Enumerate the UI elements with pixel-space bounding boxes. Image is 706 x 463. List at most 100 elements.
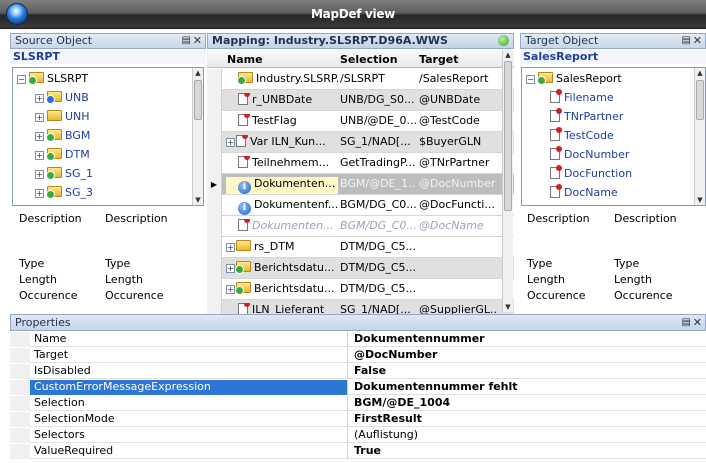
property-row[interactable]: Name Dokumentennummer	[10, 332, 706, 347]
mapping-row[interactable]: Dokumenten... BGM/DG_C0... @DocName	[207, 216, 514, 237]
tree-node[interactable]: + DTM	[35, 146, 90, 164]
close-icon[interactable]: ✕	[693, 34, 702, 48]
pin-icon[interactable]: ▤	[682, 34, 691, 48]
mapping-row[interactable]: + Var ILN_Kun... SG_1/NAD[... $BuyerGLN	[207, 132, 514, 153]
scroll-up-icon[interactable]: ▲	[695, 68, 705, 78]
target-tree[interactable]: − SalesReport Filename TNrPartner TestCode Do…	[521, 67, 706, 206]
mapping-name-cell[interactable]: TestFlag	[226, 114, 338, 127]
mapping-row[interactable]: i Dokumentenf... BGM/DG_C0... @DocFuncti...	[207, 195, 514, 216]
col-name-header[interactable]: Name	[227, 53, 263, 66]
mapping-selection-cell[interactable]: DTM/DG_C5...	[340, 240, 416, 253]
col-target-header[interactable]: Target	[419, 53, 459, 66]
mapping-row[interactable]: r_UNBDate UNB/DG_S0... @UNBDate	[207, 90, 514, 111]
mapping-name-cell[interactable]: + Berichtsdatu...	[226, 261, 338, 274]
row-selector[interactable]	[207, 195, 222, 216]
mapping-name-cell[interactable]: + rs_DTM	[226, 240, 338, 253]
row-selector[interactable]	[207, 279, 222, 300]
tree-node[interactable]: + SG_3	[35, 184, 93, 202]
tree-node[interactable]: DocFunction	[544, 165, 632, 183]
pin-icon[interactable]: ▤	[182, 34, 191, 48]
expand-icon[interactable]: +	[35, 94, 44, 103]
property-value[interactable]: Dokumentennummer	[354, 332, 485, 346]
tree-node[interactable]: DocName	[544, 184, 618, 202]
tree-scrollbar[interactable]: ▲ ▼	[192, 68, 203, 205]
row-selector[interactable]	[207, 132, 222, 153]
tree-node[interactable]: DocNumber	[544, 146, 629, 164]
expand-icon[interactable]: +	[226, 138, 235, 147]
mapping-name-cell[interactable]: r_UNBDate	[226, 93, 338, 106]
row-selector[interactable]	[207, 111, 222, 132]
mapping-selection-cell[interactable]: SG_1/NAD[...	[340, 135, 416, 148]
mapping-selection-cell[interactable]: DTM/DG_C5...	[340, 282, 416, 295]
expand-icon[interactable]: +	[226, 243, 235, 252]
mapping-target-cell[interactable]: /SalesReport	[419, 72, 497, 85]
refresh-icon[interactable]	[498, 35, 509, 46]
mapping-target-cell[interactable]: @DocName	[419, 219, 497, 232]
scroll-up-icon[interactable]: ▲	[503, 50, 513, 60]
tree-node[interactable]: + SG_1	[35, 165, 93, 183]
mapping-name-cell[interactable]: i Dokumenten...	[226, 177, 338, 194]
expand-icon[interactable]: +	[226, 285, 235, 294]
row-selector[interactable]	[207, 237, 222, 258]
mapping-selection-cell[interactable]: UNB/DG_S0...	[340, 93, 416, 106]
pin-icon[interactable]: ▤	[682, 315, 691, 330]
close-icon[interactable]: ✕	[193, 34, 202, 48]
mapping-target-cell[interactable]: @TNrPartner	[419, 156, 497, 169]
mapping-name-cell[interactable]: Industry.SLSRP...	[226, 72, 338, 85]
property-value[interactable]: @DocNumber	[354, 348, 437, 362]
row-selector[interactable]	[207, 69, 222, 90]
mapping-name-cell[interactable]: + Var ILN_Kun...	[226, 135, 338, 148]
mapping-selection-cell[interactable]: BGM/DG_C0...	[340, 219, 416, 232]
row-selector[interactable]	[207, 258, 222, 279]
property-value[interactable]: True	[354, 444, 381, 458]
tree-node[interactable]: − SLSRPT	[17, 70, 88, 88]
expand-icon[interactable]: +	[226, 264, 235, 273]
scroll-down-icon[interactable]: ▼	[695, 195, 705, 205]
mapping-name-cell[interactable]: Dokumenten...	[226, 219, 338, 232]
property-row[interactable]: Target @DocNumber	[10, 348, 706, 363]
tree-node[interactable]: − SalesReport	[526, 70, 622, 88]
mapping-target-cell[interactable]: @UNBDate	[419, 93, 497, 106]
mapping-selection-cell[interactable]: BGM/@DE_1...	[340, 177, 416, 190]
mapping-selection-cell[interactable]: GetTradingP...	[340, 156, 416, 169]
expand-icon[interactable]: +	[35, 113, 44, 122]
collapse-icon[interactable]: −	[526, 75, 535, 84]
mapping-row[interactable]: TestFlag UNB/@DE_0... @TestCode	[207, 111, 514, 132]
mapping-name-cell[interactable]: i Dokumentenf...	[226, 198, 338, 215]
mapping-row[interactable]: ▶ i Dokumenten... BGM/@DE_1... @DocNumber	[207, 174, 514, 195]
expand-icon[interactable]: +	[35, 132, 44, 141]
tree-node[interactable]: + UNB	[35, 89, 89, 107]
property-value[interactable]: FirstResult	[354, 412, 422, 426]
expand-icon[interactable]: +	[35, 189, 44, 198]
row-selector[interactable]	[207, 153, 222, 174]
row-selector[interactable]	[207, 216, 222, 237]
scroll-down-icon[interactable]: ▼	[193, 195, 203, 205]
mapping-row[interactable]: Industry.SLSRP.../SLSRPT/SalesReport	[207, 69, 514, 90]
mapping-name-cell[interactable]: + Berichtsdatu...	[226, 282, 338, 295]
property-value[interactable]: Dokumentennummer fehlt	[354, 380, 518, 394]
property-value[interactable]: BGM/@DE_1004	[354, 396, 450, 410]
property-value[interactable]: False	[354, 364, 386, 378]
expand-icon[interactable]: +	[35, 170, 44, 179]
source-tree[interactable]: − SLSRPT + UNB + UNH + BGM + DTM + SG_1 + SG_3 ▲ ▼	[12, 67, 204, 206]
property-row[interactable]: CustomErrorMessageExpression Dokumentennu…	[10, 380, 706, 395]
mapping-selection-cell[interactable]: /SLSRPT	[340, 72, 416, 85]
scroll-down-icon[interactable]: ▼	[503, 302, 513, 312]
mapping-target-cell[interactable]: @DocFuncti...	[419, 198, 497, 211]
mapping-selection-cell[interactable]: DTM/DG_C5...	[340, 261, 416, 274]
property-row[interactable]: Selection BGM/@DE_1004	[10, 396, 706, 411]
tree-node[interactable]: Filename	[544, 89, 614, 107]
mapping-target-cell[interactable]: @DocNumber	[419, 177, 497, 190]
scroll-thumb[interactable]	[194, 80, 202, 120]
row-selector[interactable]: ▶	[207, 174, 222, 195]
close-icon[interactable]: ✕	[693, 315, 702, 330]
tree-node[interactable]: + BGM	[35, 127, 90, 145]
mapping-selection-cell[interactable]: BGM/DG_C0...	[340, 198, 416, 211]
property-row[interactable]: ValueRequired True	[10, 444, 706, 459]
scroll-thumb[interactable]	[696, 80, 704, 120]
expand-icon[interactable]: +	[35, 151, 44, 160]
collapse-icon[interactable]: −	[17, 75, 26, 84]
mapping-selection-cell[interactable]: UNB/@DE_0...	[340, 114, 416, 127]
mapping-name-cell[interactable]: Teilnehmem...	[226, 156, 338, 169]
mapping-scrollbar[interactable]: ▲ ▼	[502, 50, 513, 312]
